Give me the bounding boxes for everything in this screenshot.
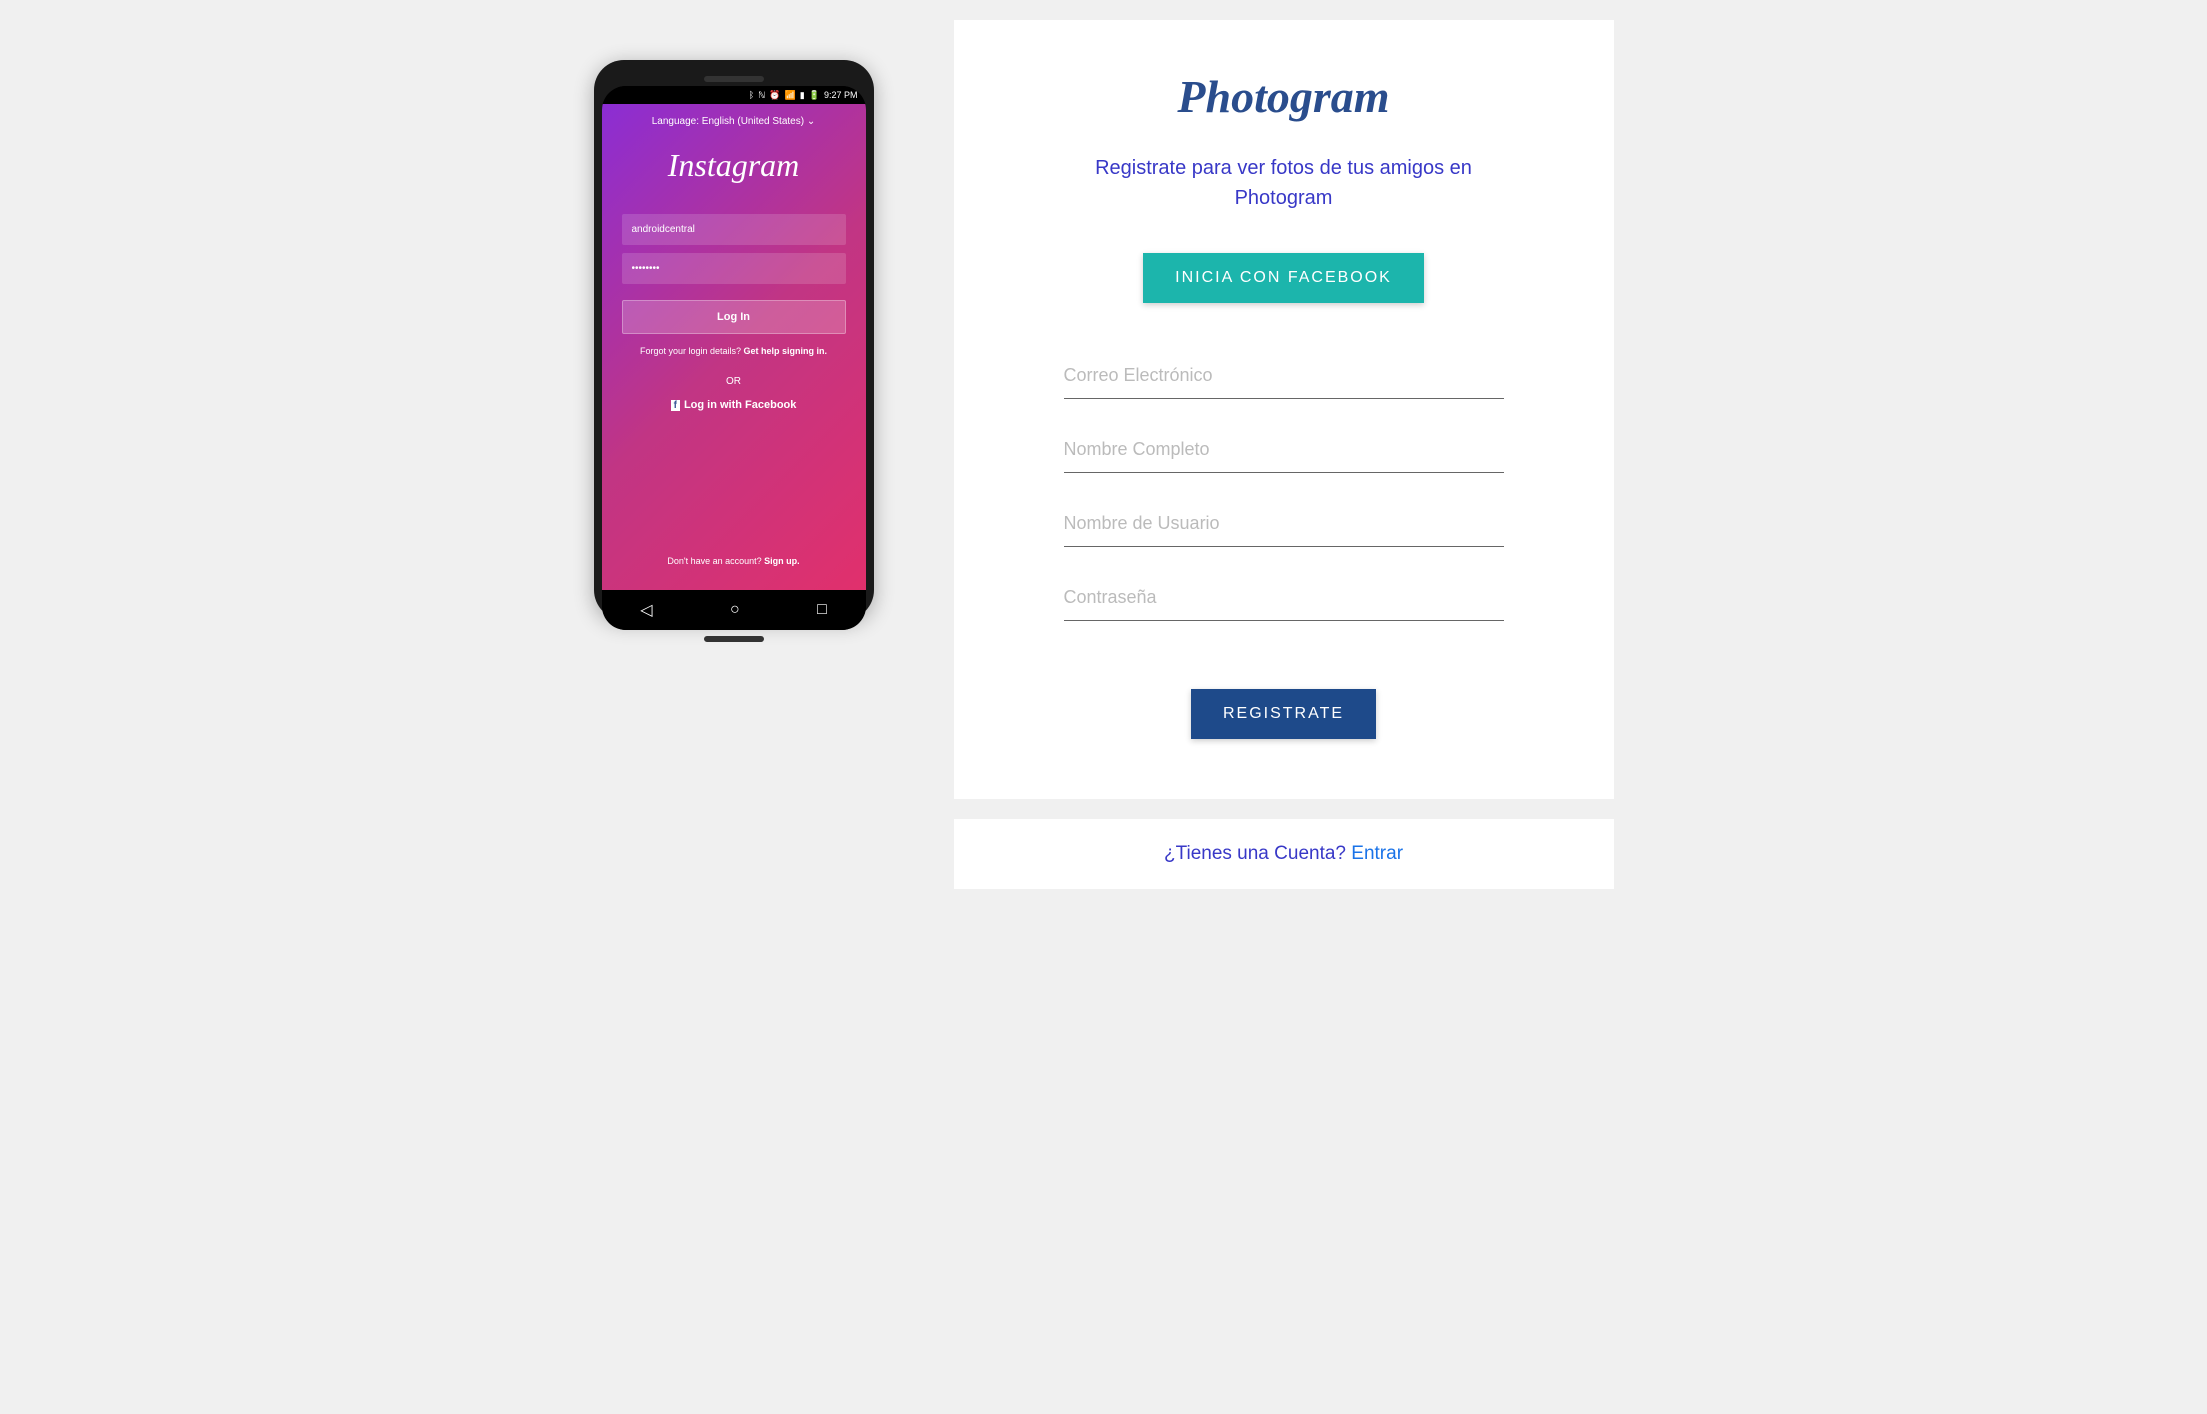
alarm-icon: ⏰ [769,90,780,101]
facebook-icon: f [671,400,680,411]
battery-icon: 🔋 [809,90,820,101]
main-container: ᛒ ℕ ⏰ 📶 ▮ 🔋 9:27 PM Language: English (U… [504,20,1704,889]
login-prompt-card: ¿Tienes una Cuenta? Entrar [954,819,1614,889]
username-field[interactable] [1064,501,1504,547]
phone-facebook-login: f Log in with Facebook [622,399,846,411]
phone-nav-bar: ◁ ○ □ [602,590,866,630]
phone-frame: ᛒ ℕ ⏰ 📶 ▮ 🔋 9:27 PM Language: English (U… [594,60,874,620]
phone-signup-text: Don't have an account? [667,556,764,566]
facebook-login-button[interactable]: INICIA CON FACEBOOK [1143,253,1424,303]
instagram-logo: Instagram [622,147,846,184]
fullname-field[interactable] [1064,427,1504,473]
login-prompt-text: ¿Tienes una Cuenta? [1164,843,1351,864]
nav-home-icon: ○ [730,601,740,619]
email-field[interactable] [1064,353,1504,399]
login-link[interactable]: Entrar [1351,843,1403,864]
password-field[interactable] [1064,575,1504,621]
phone-fb-label: Log in with Facebook [684,399,796,411]
phone-forgot-text: Forgot your login details? Get help sign… [622,346,846,356]
phone-language-selector: Language: English (United States) ⌄ [622,116,846,127]
phone-forgot-link: Get help signing in. [744,346,828,356]
signup-panel: Photogram Registrate para ver fotos de t… [954,20,1614,889]
status-time: 9:27 PM [824,90,858,100]
phone-mockup-container: ᛒ ℕ ⏰ 📶 ▮ 🔋 9:27 PM Language: English (U… [594,20,874,620]
phone-forgot-prefix: Forgot your login details? [640,346,744,356]
phone-screen-container: ᛒ ℕ ⏰ 📶 ▮ 🔋 9:27 PM Language: English (U… [602,86,866,630]
bluetooth-icon: ᛒ [749,90,754,100]
register-button[interactable]: REGISTRATE [1191,689,1376,739]
wifi-icon: 📶 [785,90,796,101]
phone-top-speaker [704,76,764,82]
phone-username-input [622,214,846,245]
nav-recent-icon: □ [817,601,827,619]
nfc-icon: ℕ [758,90,765,101]
phone-status-bar: ᛒ ℕ ⏰ 📶 ▮ 🔋 9:27 PM [602,86,866,104]
phone-app-screen: Language: English (United States) ⌄ Inst… [602,104,866,590]
brand-title: Photogram [1064,70,1504,123]
signal-icon: ▮ [800,90,805,101]
phone-login-button: Log In [622,300,846,334]
phone-signup-prompt: Don't have an account? Sign up. [622,544,846,578]
signup-card: Photogram Registrate para ver fotos de t… [954,20,1614,799]
nav-back-icon: ◁ [640,600,652,620]
phone-bottom-speaker [704,636,764,642]
signup-subtitle: Registrate para ver fotos de tus amigos … [1064,153,1504,213]
phone-signup-link: Sign up. [764,556,800,566]
phone-password-input [622,253,846,284]
phone-or-divider: OR [622,376,846,387]
